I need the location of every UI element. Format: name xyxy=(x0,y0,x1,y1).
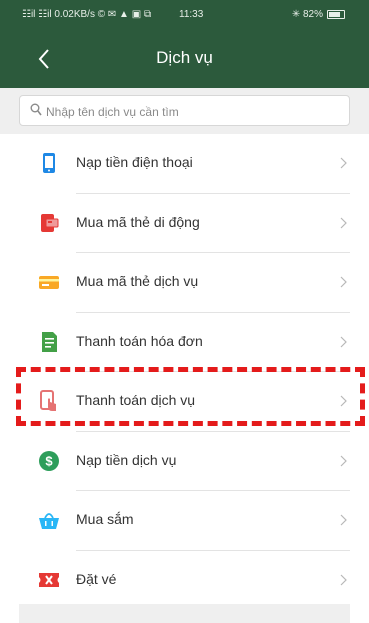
chevron-right-icon xyxy=(340,336,347,347)
service-card-icon xyxy=(39,276,59,289)
service-item-phone-topup[interactable]: Nạp tiền điện thoại xyxy=(0,134,369,194)
status-bar: ☷il ☷il 0.02KB/s © ✉ ▲ ▣ ⧉ 11:33 ✳ 82% xyxy=(0,0,369,26)
chevron-right-icon xyxy=(340,514,347,526)
chevron-right-icon xyxy=(340,276,347,288)
search-box[interactable] xyxy=(19,95,350,126)
service-label: Mua mã thẻ dịch vụ xyxy=(76,273,199,289)
service-label: Thanh toán hóa đơn xyxy=(76,332,203,349)
service-item-mobile-card[interactable]: Mua mã thẻ di động xyxy=(0,194,369,253)
service-list: Nạp tiền điện thoại Mua mã thẻ di động M… xyxy=(0,134,369,610)
bill-icon xyxy=(42,331,57,352)
service-item-shopping[interactable]: Mua sắm xyxy=(0,491,369,551)
svg-text:$: $ xyxy=(45,453,53,468)
service-label: Mua sắm xyxy=(76,511,134,527)
service-label: Đặt vé xyxy=(76,570,117,587)
battery-icon xyxy=(327,10,345,19)
chevron-right-icon xyxy=(340,574,347,585)
chevron-right-icon xyxy=(340,217,347,228)
status-icons-right: ✳ 82% xyxy=(292,9,345,20)
shopping-basket-icon xyxy=(39,513,59,529)
bottom-spacer xyxy=(19,604,350,623)
dollar-icon: $ xyxy=(39,450,59,471)
status-icons-left: ☷il ☷il 0.02KB/s © ✉ ▲ ▣ ⧉ xyxy=(22,9,152,20)
chevron-right-icon xyxy=(340,157,347,169)
service-label: Nạp tiền dịch vụ xyxy=(76,451,177,468)
service-item-booking[interactable]: Đặt vé xyxy=(0,551,369,611)
ticket-icon xyxy=(39,572,59,587)
service-label: Nạp tiền điện thoại xyxy=(76,154,193,170)
app-header: ☷il ☷il 0.02KB/s © ✉ ▲ ▣ ⧉ 11:33 ✳ 82% D… xyxy=(0,0,369,88)
page-title: Dịch vụ xyxy=(156,48,213,67)
pay-service-icon xyxy=(40,390,56,411)
service-label: Mua mã thẻ di động xyxy=(76,213,200,230)
chevron-right-icon xyxy=(340,455,347,466)
search-icon xyxy=(30,103,42,116)
mobile-card-icon xyxy=(41,213,59,232)
search-input[interactable] xyxy=(44,101,348,123)
battery-percent: ✳ 82% xyxy=(291,9,323,20)
service-item-service-topup[interactable]: $ Nạp tiền dịch vụ xyxy=(0,432,369,491)
service-label: Thanh toán dịch vụ xyxy=(76,392,196,408)
service-item-bill-payment[interactable]: Thanh toán hóa đơn xyxy=(0,313,369,372)
phone-icon xyxy=(43,153,55,173)
service-item-service-payment[interactable]: Thanh toán dịch vụ xyxy=(0,372,369,432)
service-item-service-card[interactable]: Mua mã thẻ dịch vụ xyxy=(0,253,369,313)
chevron-right-icon xyxy=(340,395,347,407)
search-section xyxy=(0,88,369,134)
status-time: 11:33 xyxy=(179,9,204,20)
